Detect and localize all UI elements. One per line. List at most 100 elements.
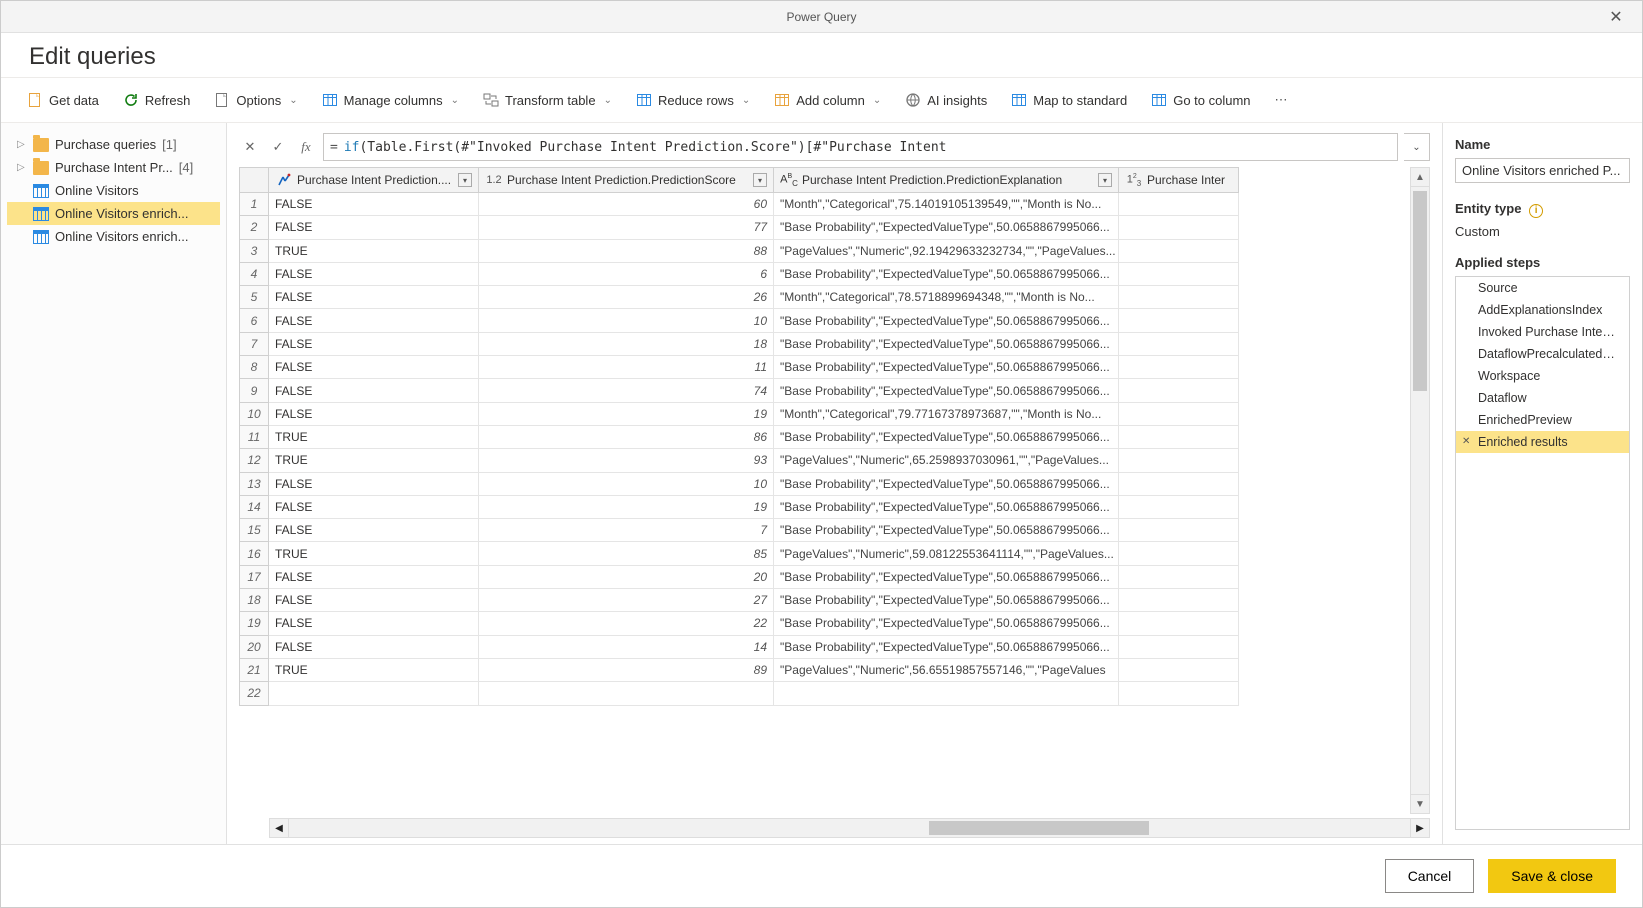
row-header[interactable]: 8 <box>239 356 269 379</box>
reduce-rows-button[interactable]: Reduce rows ⌄ <box>626 86 760 114</box>
cell[interactable]: "Base Probability","ExpectedValueType",5… <box>774 612 1119 635</box>
cell[interactable] <box>1119 496 1239 519</box>
cell[interactable] <box>1119 240 1239 263</box>
scroll-up-icon[interactable]: ▲ <box>1410 167 1430 187</box>
cell[interactable]: "Base Probability","ExpectedValueType",5… <box>774 333 1119 356</box>
cell[interactable]: 93 <box>479 449 774 472</box>
cell[interactable]: "Base Probability","ExpectedValueType",5… <box>774 309 1119 332</box>
ai-insights-button[interactable]: AI insights <box>895 86 997 114</box>
cell[interactable]: FALSE <box>269 589 479 612</box>
cell[interactable] <box>479 682 774 705</box>
row-header[interactable]: 7 <box>239 333 269 356</box>
table-row[interactable]: FALSE20"Base Probability","ExpectedValue… <box>269 566 1410 589</box>
cell[interactable] <box>1119 403 1239 426</box>
applied-step[interactable]: Workspace <box>1456 365 1629 387</box>
formula-cancel-button[interactable]: ✕ <box>239 136 261 158</box>
cell[interactable]: "Base Probability","ExpectedValueType",5… <box>774 356 1119 379</box>
save-close-button[interactable]: Save & close <box>1488 859 1616 893</box>
table-row[interactable]: FALSE7"Base Probability","ExpectedValueT… <box>269 519 1410 542</box>
cell[interactable]: TRUE <box>269 240 479 263</box>
cell[interactable]: "PageValues","Numeric",59.08122553641114… <box>774 542 1119 565</box>
applied-step[interactable]: Source <box>1456 277 1629 299</box>
table-row[interactable]: FALSE18"Base Probability","ExpectedValue… <box>269 333 1410 356</box>
table-row[interactable]: TRUE88"PageValues","Numeric",92.19429633… <box>269 240 1410 263</box>
fx-icon[interactable]: fx <box>295 136 317 158</box>
cell[interactable]: 19 <box>479 403 774 426</box>
cell[interactable] <box>1119 426 1239 449</box>
cell[interactable] <box>1119 379 1239 402</box>
add-column-button[interactable]: Add column ⌄ <box>764 86 891 114</box>
cell[interactable] <box>1119 542 1239 565</box>
row-header[interactable]: 13 <box>239 473 269 496</box>
query-item[interactable]: ▷Purchase Intent Pr... [4] <box>7 156 220 179</box>
cell[interactable]: 6 <box>479 263 774 286</box>
cell[interactable]: "Month","Categorical",78.5718899694348,"… <box>774 286 1119 309</box>
options-button[interactable]: Options ⌄ <box>204 86 307 114</box>
cell[interactable]: TRUE <box>269 659 479 682</box>
cell[interactable] <box>1119 659 1239 682</box>
column-header[interactable]: Purchase Intent Prediction.... ▾ <box>269 167 479 193</box>
applied-step[interactable]: DataflowPrecalculatedSo... <box>1456 343 1629 365</box>
table-row[interactable]: TRUE89"PageValues","Numeric",56.65519857… <box>269 659 1410 682</box>
table-row[interactable]: FALSE77"Base Probability","ExpectedValue… <box>269 216 1410 239</box>
cell[interactable]: "Base Probability","ExpectedValueType",5… <box>774 519 1119 542</box>
table-row[interactable]: FALSE26"Month","Categorical",78.57188996… <box>269 286 1410 309</box>
cell[interactable]: FALSE <box>269 216 479 239</box>
cell[interactable]: FALSE <box>269 566 479 589</box>
cell[interactable]: "PageValues","Numeric",65.2598937030961,… <box>774 449 1119 472</box>
table-row[interactable]: FALSE10"Base Probability","ExpectedValue… <box>269 473 1410 496</box>
table-row[interactable]: TRUE86"Base Probability","ExpectedValueT… <box>269 426 1410 449</box>
row-header[interactable]: 18 <box>239 589 269 612</box>
cell[interactable]: 60 <box>479 193 774 216</box>
formula-commit-button[interactable]: ✓ <box>267 136 289 158</box>
applied-step[interactable]: Enriched results <box>1456 431 1629 453</box>
formula-input[interactable]: = if (Table.First(#"Invoked Purchase Int… <box>323 133 1398 161</box>
row-header[interactable]: 4 <box>239 263 269 286</box>
query-item[interactable]: ▷Purchase queries [1] <box>7 133 220 156</box>
table-row[interactable]: FALSE10"Base Probability","ExpectedValue… <box>269 309 1410 332</box>
table-row[interactable] <box>269 682 1410 705</box>
expand-icon[interactable]: ▷ <box>17 162 27 173</box>
cell[interactable] <box>269 682 479 705</box>
column-filter-button[interactable]: ▾ <box>458 173 472 187</box>
cell[interactable]: 85 <box>479 542 774 565</box>
cell[interactable]: FALSE <box>269 379 479 402</box>
transform-table-button[interactable]: Transform table ⌄ <box>473 86 622 114</box>
table-row[interactable]: FALSE60"Month","Categorical",75.14019105… <box>269 193 1410 216</box>
table-row[interactable]: FALSE14"Base Probability","ExpectedValue… <box>269 636 1410 659</box>
cell[interactable]: "Base Probability","ExpectedValueType",5… <box>774 263 1119 286</box>
query-item[interactable]: Online Visitors <box>7 179 220 202</box>
vertical-scrollbar[interactable]: ▲ ▼ <box>1410 167 1430 814</box>
column-header[interactable]: 123 Purchase Inter <box>1119 167 1239 193</box>
cell[interactable]: FALSE <box>269 309 479 332</box>
cell[interactable]: FALSE <box>269 473 479 496</box>
row-header[interactable]: 3 <box>239 240 269 263</box>
cell[interactable] <box>1119 263 1239 286</box>
row-header[interactable]: 20 <box>239 636 269 659</box>
cell[interactable]: 19 <box>479 496 774 519</box>
horizontal-scrollbar[interactable]: ◀ ▶ <box>269 818 1430 838</box>
applied-step[interactable]: AddExplanationsIndex <box>1456 299 1629 321</box>
manage-columns-button[interactable]: Manage columns ⌄ <box>312 86 469 114</box>
cell[interactable]: 18 <box>479 333 774 356</box>
cell[interactable] <box>1119 636 1239 659</box>
row-header[interactable]: 14 <box>239 496 269 519</box>
cell[interactable] <box>1119 216 1239 239</box>
cell[interactable]: FALSE <box>269 403 479 426</box>
cell[interactable]: "Base Probability","ExpectedValueType",5… <box>774 566 1119 589</box>
cell[interactable]: "Base Probability","ExpectedValueType",5… <box>774 473 1119 496</box>
close-button[interactable]: ✕ <box>1598 1 1634 33</box>
cell[interactable]: 10 <box>479 309 774 332</box>
map-to-standard-button[interactable]: Map to standard <box>1001 86 1137 114</box>
cell[interactable] <box>1119 309 1239 332</box>
row-header[interactable]: 1 <box>239 193 269 216</box>
scroll-left-icon[interactable]: ◀ <box>269 818 289 838</box>
info-icon[interactable]: i <box>1529 204 1543 218</box>
column-header[interactable]: ABC Purchase Intent Prediction.Predictio… <box>774 167 1119 193</box>
cell[interactable] <box>1119 682 1239 705</box>
cell[interactable]: "PageValues","Numeric",56.65519857557146… <box>774 659 1119 682</box>
cell[interactable] <box>1119 612 1239 635</box>
table-row[interactable]: FALSE19"Month","Categorical",79.77167378… <box>269 403 1410 426</box>
applied-step[interactable]: Invoked Purchase Intent ... <box>1456 321 1629 343</box>
applied-step[interactable]: Dataflow <box>1456 387 1629 409</box>
